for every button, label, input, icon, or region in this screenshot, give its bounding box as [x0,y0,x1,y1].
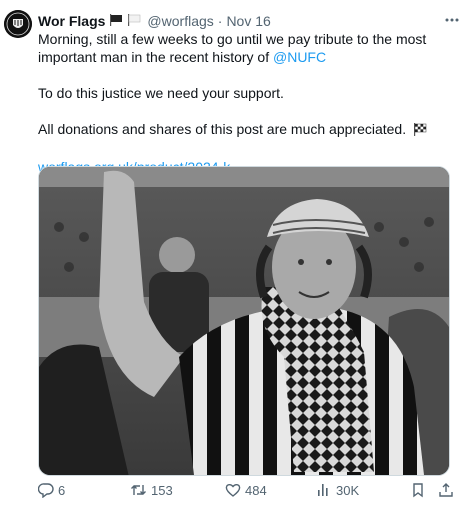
chequered-flag-icon [413,122,427,140]
reply-count: 6 [58,482,66,498]
views-count: 30K [336,482,360,498]
share-button[interactable] [438,482,454,498]
separator: · [217,13,223,29]
tweet-line-3: All donations and shares of this post ar… [38,121,407,137]
display-name[interactable]: Wor Flags [38,13,105,29]
heart-icon [225,483,241,497]
share-icon [439,483,453,497]
tweet-photo[interactable] [38,166,450,476]
tweet-date[interactable]: Nov 16 [226,13,270,29]
views-icon [318,484,328,496]
tweet-text: Morning, still a few weeks to go until w… [38,30,458,176]
wor-flags-logo-icon [4,10,32,38]
retweet-button[interactable]: 153 [130,482,173,498]
black-flag-icon [109,13,123,29]
tweet: Wor Flags @worflags · Nov 16 Morning, st… [0,0,474,507]
tweet-line-1: Morning, still a few weeks to go until w… [38,31,427,65]
handle[interactable]: @worflags [147,13,213,29]
mention-link[interactable]: @NUFC [273,49,326,65]
tweet-paragraph-1: Morning, still a few weeks to go until w… [38,30,458,66]
bookmark-icon [413,483,423,498]
tweet-header: Wor Flags @worflags · Nov 16 [38,11,464,31]
tweet-paragraph-3: All donations and shares of this post ar… [38,120,458,140]
retweet-icon [131,485,146,495]
like-button[interactable]: 484 [225,482,267,498]
football-player-photo [39,167,449,475]
reply-button[interactable]: 6 [38,482,65,498]
retweet-count: 153 [151,482,173,498]
action-bar: 6 153 484 30K [38,482,458,502]
reply-icon [38,483,54,498]
tweet-paragraph-2: To do this justice we need your support. [38,85,284,101]
like-count: 484 [245,482,267,498]
bookmark-button[interactable] [410,482,426,498]
avatar[interactable] [4,10,32,38]
views-button[interactable]: 30K [316,482,359,498]
white-flag-icon [127,13,141,29]
